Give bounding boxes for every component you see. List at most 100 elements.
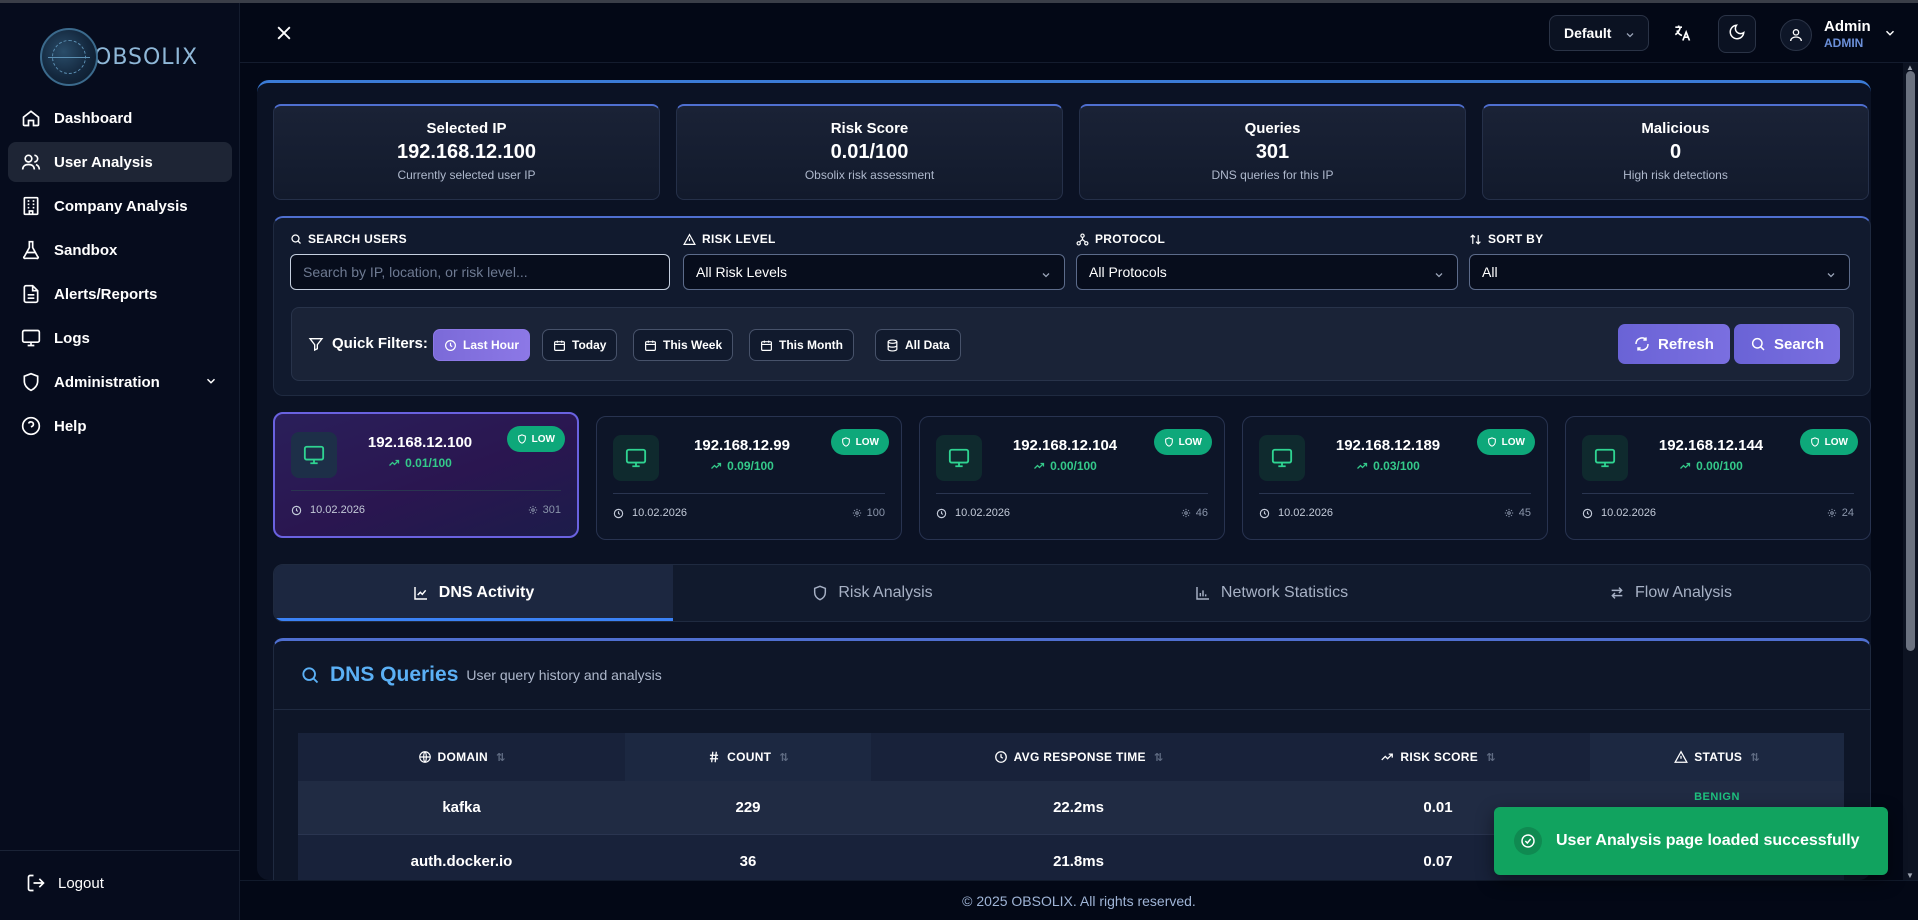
ip-count-value: 100 — [866, 507, 885, 519]
quick-filters-label-text: Quick Filters: — [332, 335, 428, 352]
sidebar-item-label: Logs — [54, 329, 90, 347]
risk-level-value: All Risk Levels — [696, 264, 788, 280]
filter-icon — [308, 336, 324, 352]
search-icon — [300, 665, 320, 685]
stat-label: Malicious — [1641, 120, 1710, 137]
refresh-button[interactable]: Refresh — [1618, 324, 1730, 364]
sort-icon[interactable]: ⇅ — [779, 751, 789, 764]
risk-level-select[interactable]: All Risk Levels — [683, 254, 1065, 290]
quick-filters-bar: Quick Filters: Last Hour Today This Week — [291, 307, 1854, 381]
ip-query-count: 24 — [1827, 507, 1854, 519]
trending-up-icon — [1679, 460, 1691, 472]
risk-badge: LOW — [1476, 429, 1535, 455]
quick-filter-last-hour[interactable]: Last Hour — [433, 329, 531, 361]
search-users-label-text: SEARCH USERS — [308, 232, 407, 246]
cell-avg-response-time: 21.8ms — [1053, 853, 1104, 870]
chip-label: This Week — [663, 338, 723, 352]
chip-label: All Data — [905, 338, 950, 352]
scrollbar-thumb[interactable] — [1906, 71, 1915, 651]
ip-card[interactable]: 192.168.12.104 0.00/100 LOW 10.02.2026 4… — [919, 416, 1225, 540]
tab-flow-analysis[interactable]: Flow Analysis — [1471, 565, 1870, 621]
sidebar-item-administration[interactable]: Administration — [8, 362, 232, 402]
divider — [1259, 493, 1531, 494]
column-header-avg-response-time[interactable]: AVG RESPONSE TIME ⇅ — [871, 733, 1286, 781]
sidebar-item-label: Help — [54, 417, 87, 435]
column-header-risk-score[interactable]: RISK SCORE ⇅ — [1286, 733, 1590, 781]
stat-label: Selected IP — [426, 120, 507, 137]
user-info: Admin ADMIN — [1824, 19, 1871, 51]
logout-area: Logout — [0, 850, 240, 920]
quick-filter-this-month[interactable]: This Month — [749, 329, 854, 361]
quick-filter-all-data[interactable]: All Data — [875, 329, 961, 361]
ip-date-value: 10.02.2026 — [1601, 507, 1657, 519]
shield-icon — [841, 437, 851, 447]
column-header-count[interactable]: COUNT ⇅ — [625, 733, 871, 781]
sort-icon[interactable]: ⇅ — [1750, 751, 1760, 764]
sidebar-item-label: Sandbox — [54, 241, 118, 259]
ip-card[interactable]: 192.168.12.144 0.00/100 LOW 10.02.2026 2… — [1565, 416, 1871, 540]
dns-header: DNS Queries User query history and analy… — [300, 663, 662, 687]
tab-network-statistics[interactable]: Network Statistics — [1072, 565, 1471, 621]
chevron-down-icon — [1433, 268, 1445, 284]
risk-level-label: RISK LEVEL — [683, 232, 1065, 246]
sidebar-item-user-analysis[interactable]: User Analysis — [8, 142, 232, 182]
ip-score-value: 0.09/100 — [727, 459, 774, 473]
risk-level-label-text: RISK LEVEL — [702, 232, 776, 246]
user-menu[interactable]: Admin ADMIN — [1780, 15, 1897, 55]
sidebar-item-help[interactable]: Help — [8, 406, 232, 446]
stat-card-selected-ip: Selected IP 192.168.12.100 Currently sel… — [273, 104, 660, 200]
clock-icon — [1582, 508, 1593, 519]
dark-mode-toggle[interactable] — [1718, 15, 1756, 53]
sort-icon[interactable]: ⇅ — [1154, 751, 1164, 764]
page-scrollbar[interactable]: ▲ ▼ — [1903, 63, 1918, 880]
sidebar-item-company-analysis[interactable]: Company Analysis — [8, 186, 232, 226]
risk-badge: LOW — [830, 429, 889, 455]
sidebar-item-alerts-reports[interactable]: Alerts/Reports — [8, 274, 232, 314]
sidebar-item-logs[interactable]: Logs — [8, 318, 232, 358]
tab-dns-activity[interactable]: DNS Activity — [274, 565, 673, 621]
column-label: DOMAIN — [437, 750, 488, 764]
search-input[interactable]: Search by IP, location, or risk level... — [290, 254, 670, 290]
top-header: Default Admin ADMIN — [240, 3, 1918, 63]
theme-select[interactable]: Default — [1549, 15, 1649, 51]
scroll-down-arrow-icon[interactable]: ▼ — [1906, 871, 1914, 880]
sort-by-select[interactable]: All — [1469, 254, 1850, 290]
translate-icon[interactable] — [1672, 23, 1692, 48]
risk-badge: LOW — [1799, 429, 1858, 455]
protocol-select[interactable]: All Protocols — [1076, 254, 1458, 290]
sort-icon[interactable]: ⇅ — [496, 751, 506, 764]
sort-by-group: SORT BY All — [1469, 232, 1850, 290]
close-icon[interactable] — [274, 23, 294, 48]
search-button[interactable]: Search — [1734, 324, 1841, 364]
chevron-down-icon[interactable] — [204, 374, 218, 392]
sort-by-label-text: SORT BY — [1488, 232, 1544, 246]
ip-card[interactable]: 192.168.12.189 0.03/100 LOW 10.02.2026 4… — [1242, 416, 1548, 540]
quick-filters-label: Quick Filters: — [308, 335, 428, 352]
column-header-domain[interactable]: DOMAIN ⇅ — [298, 733, 625, 781]
protocol-label: PROTOCOL — [1076, 232, 1458, 246]
quick-filter-this-week[interactable]: This Week — [633, 329, 734, 361]
shield-icon — [1487, 437, 1497, 447]
column-header-status[interactable]: STATUS ⇅ — [1590, 733, 1844, 781]
sidebar-item-dashboard[interactable]: Dashboard — [8, 98, 232, 138]
user-name: Admin — [1824, 18, 1871, 35]
ip-date: 10.02.2026 — [1582, 507, 1656, 519]
ip-risk-score: 0.09/100 — [667, 459, 817, 473]
tab-risk-analysis[interactable]: Risk Analysis — [673, 565, 1072, 621]
sort-icon[interactable]: ⇅ — [1486, 751, 1496, 764]
line-chart-icon — [413, 585, 429, 601]
success-toast[interactable]: User Analysis page loaded successfully — [1494, 807, 1888, 875]
protocol-group: PROTOCOL All Protocols — [1076, 232, 1458, 290]
trending-up-icon — [1356, 460, 1368, 472]
shield-icon — [812, 585, 828, 601]
quick-filter-today[interactable]: Today — [542, 329, 618, 361]
logout-button[interactable]: Logout — [26, 873, 104, 893]
monitor-icon — [291, 432, 337, 478]
chevron-down-icon — [1624, 28, 1636, 44]
sidebar-item-sandbox[interactable]: Sandbox — [8, 230, 232, 270]
logo[interactable]: OBSOLIX — [40, 28, 198, 86]
ip-card[interactable]: 192.168.12.99 0.09/100 LOW 10.02.2026 10… — [596, 416, 902, 540]
ip-card[interactable]: 192.168.12.100 0.01/100 LOW 10.02.2026 3… — [273, 412, 579, 538]
ip-card-list: 192.168.12.100 0.01/100 LOW 10.02.2026 3… — [273, 412, 1871, 542]
sort-by-label: SORT BY — [1469, 232, 1850, 246]
